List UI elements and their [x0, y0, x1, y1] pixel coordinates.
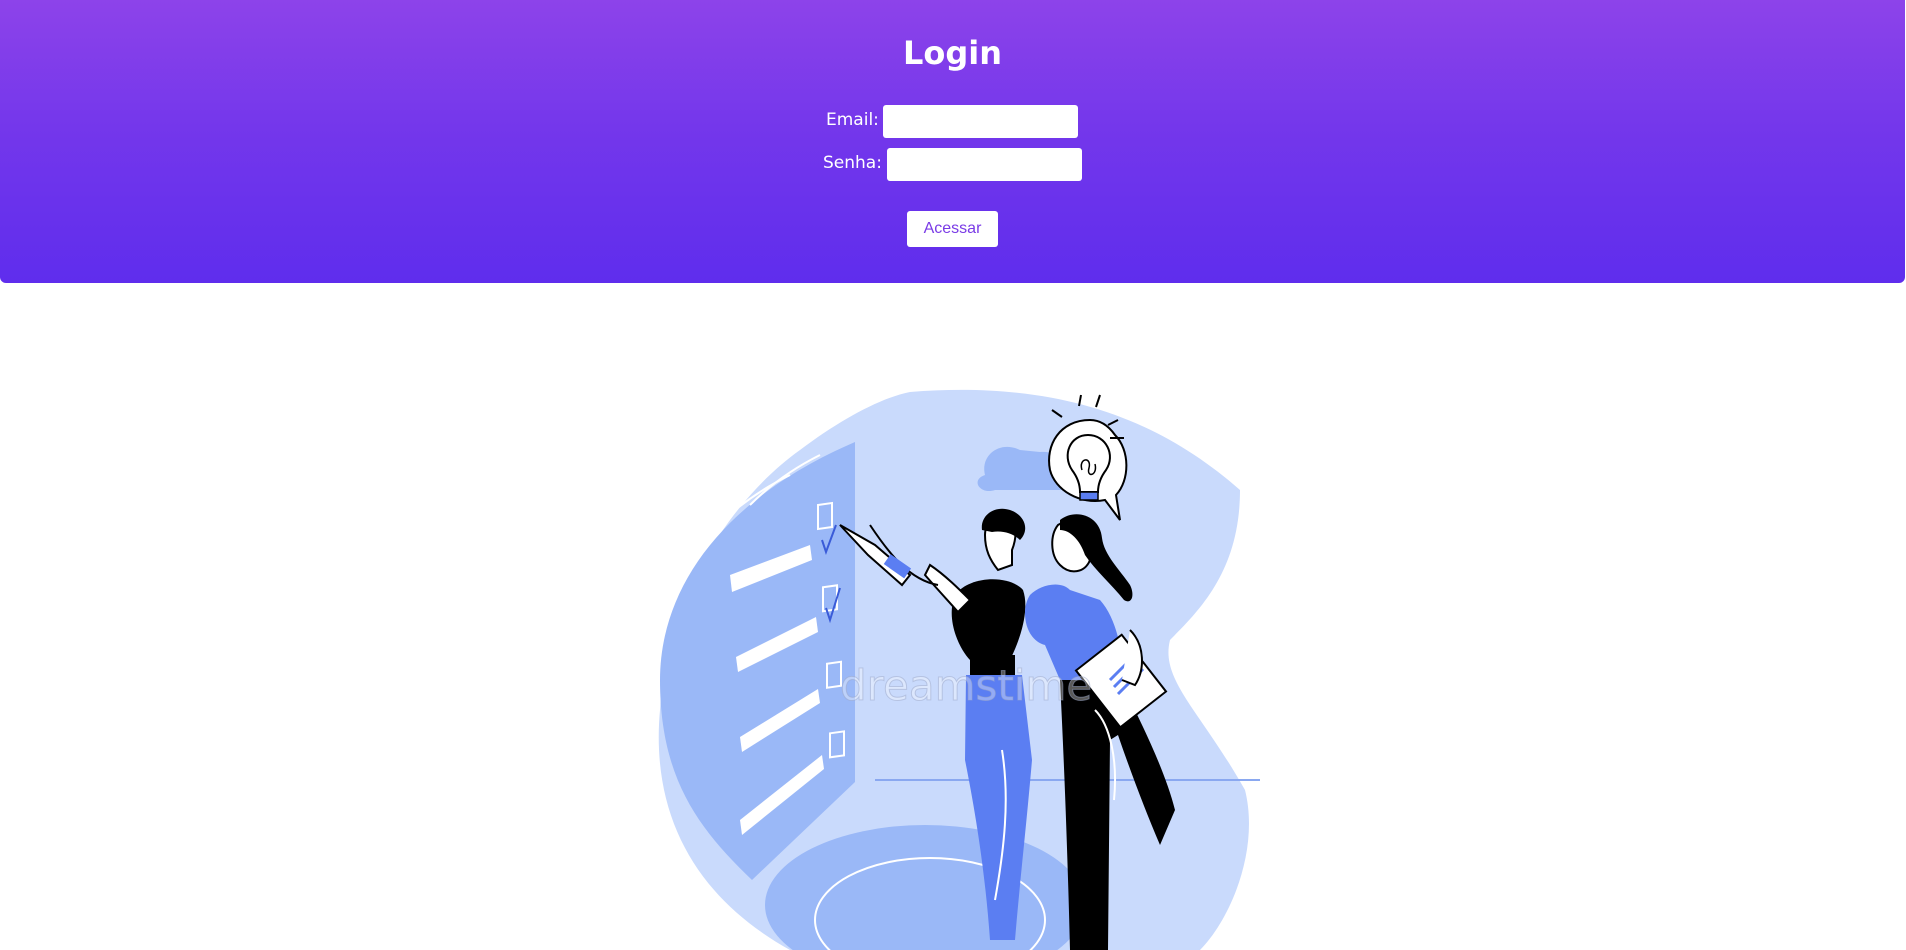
- email-label: Email:: [826, 110, 879, 130]
- login-panel: Login Email: Senha: Acessar: [0, 0, 1905, 283]
- password-label: Senha:: [823, 153, 882, 173]
- email-field[interactable]: [883, 105, 1078, 138]
- access-button[interactable]: Acessar: [907, 211, 998, 247]
- password-field[interactable]: [887, 148, 1082, 181]
- watermark: dreamstime: [840, 661, 1092, 710]
- team-checklist-illustration: dreamstime: [658, 389, 1260, 950]
- page-title: Login: [902, 34, 1003, 72]
